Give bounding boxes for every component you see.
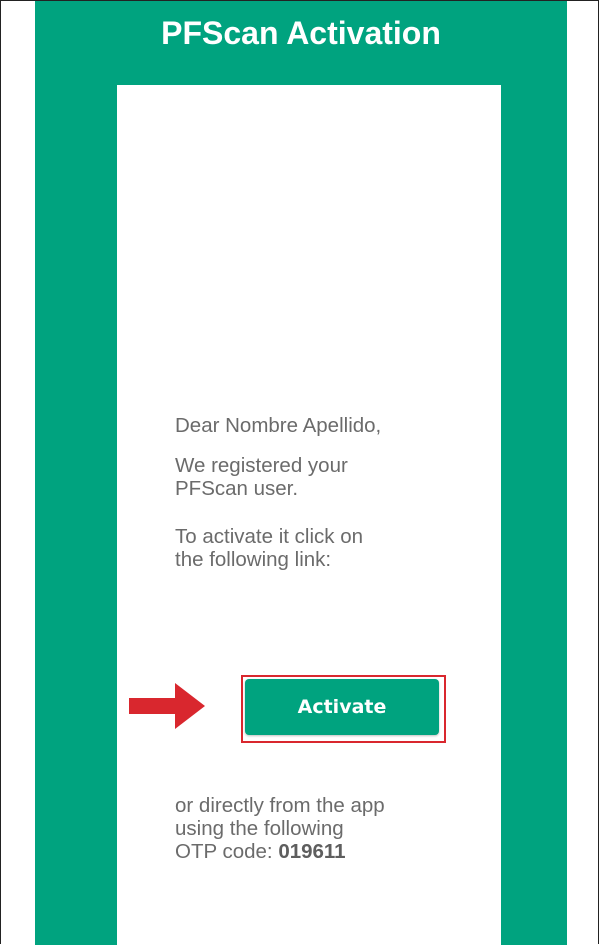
- otp-line-1: or directly from the app: [175, 794, 385, 817]
- registered-line-1: We registered your: [175, 454, 348, 477]
- activate-line-1: To activate it click on: [175, 525, 363, 548]
- activate-line-2: the following link:: [175, 548, 332, 571]
- email-title: PFScan Activation: [161, 15, 441, 51]
- email-banner: PFScan Activation Dear Nombre Apellido, …: [35, 1, 567, 945]
- greeting-text: Dear Nombre Apellido,: [175, 414, 382, 437]
- activate-button[interactable]: Activate: [245, 679, 439, 735]
- email-body-card: Dear Nombre Apellido, We registered your…: [117, 85, 501, 945]
- red-right-arrow-icon: [129, 683, 205, 729]
- registered-text: We registered your PFScan user.: [175, 454, 475, 500]
- otp-prefix: OTP code:: [175, 840, 279, 863]
- otp-line-3: OTP code: 019611: [175, 840, 475, 863]
- email-frame: PFScan Activation Dear Nombre Apellido, …: [0, 0, 599, 945]
- otp-code: 019611: [278, 840, 346, 863]
- activate-instructions: To activate it click on the following li…: [175, 525, 475, 571]
- otp-line-2: using the following: [175, 817, 344, 840]
- otp-instructions: or directly from the app using the follo…: [175, 794, 475, 863]
- registered-line-2: PFScan user.: [175, 477, 299, 500]
